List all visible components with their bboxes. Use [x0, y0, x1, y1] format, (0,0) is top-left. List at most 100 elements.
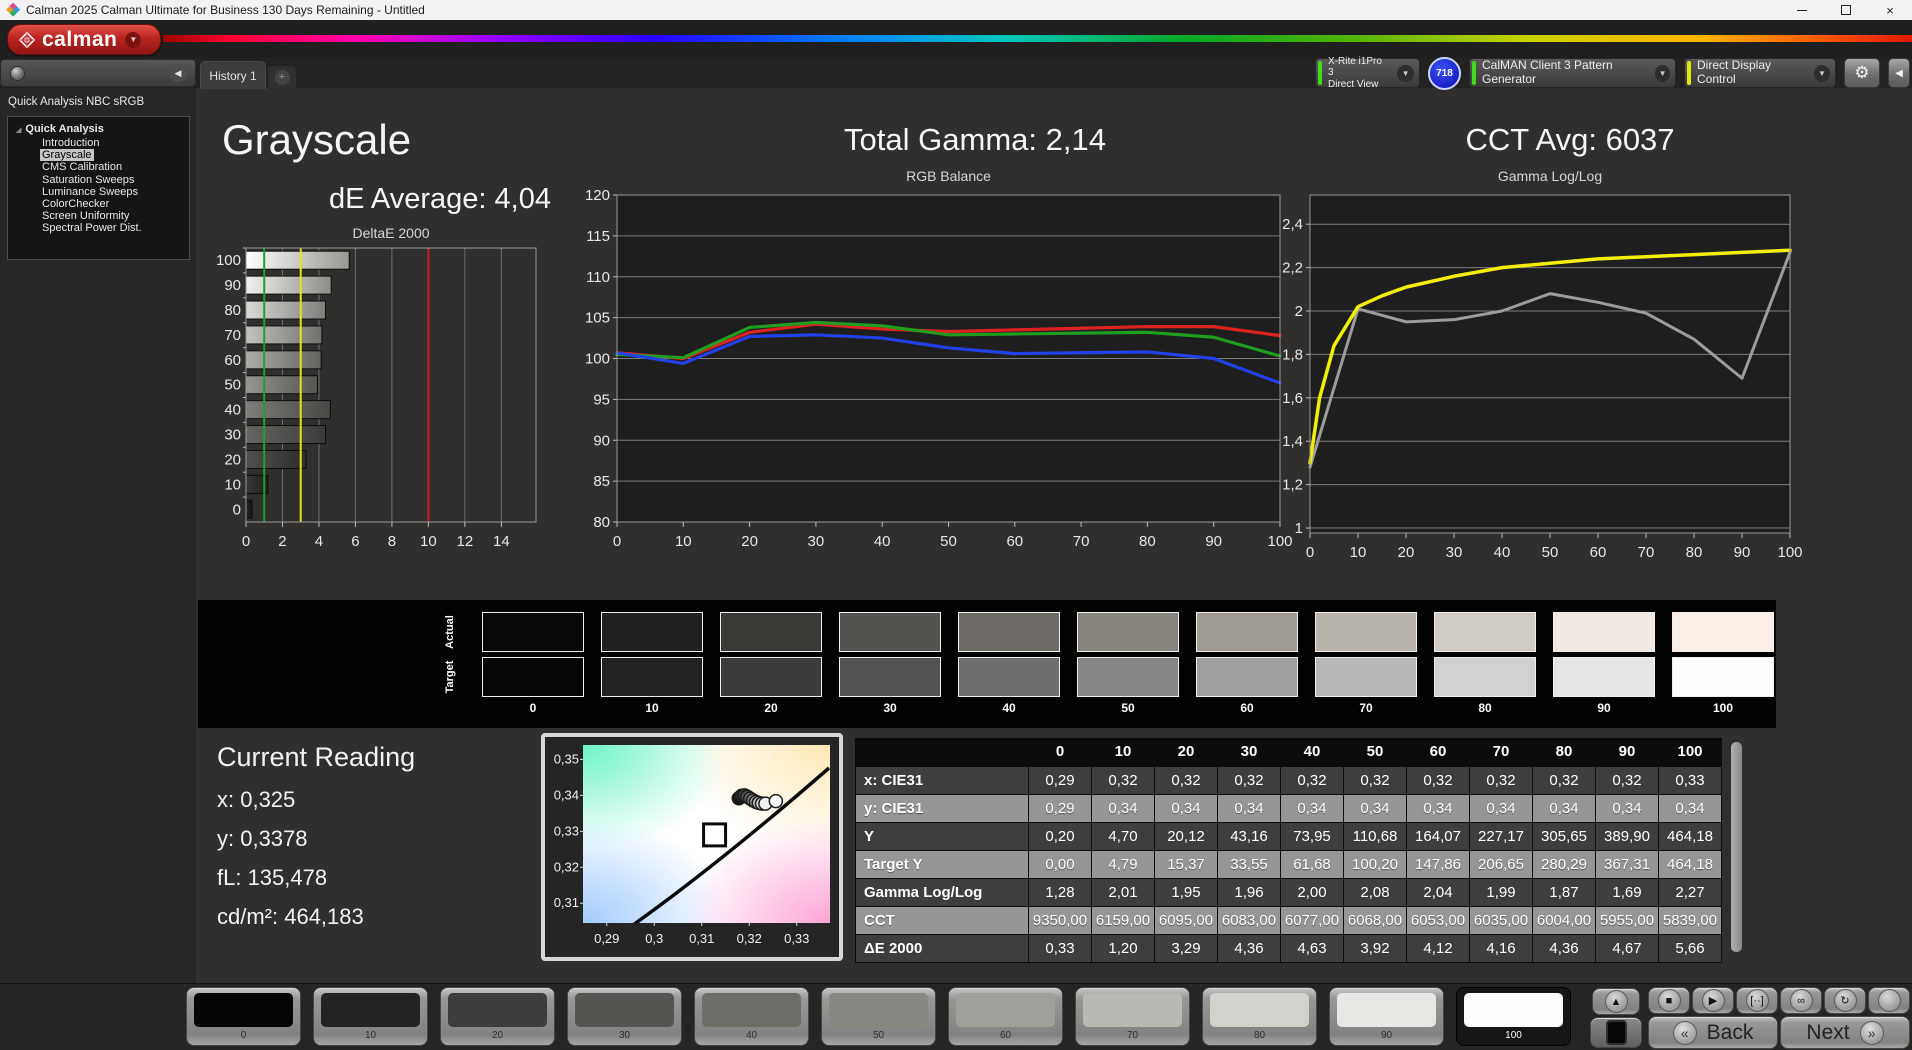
table-cell: 4,63 — [1281, 935, 1343, 962]
meter-status-accent — [1318, 61, 1322, 85]
chevron-down-icon: ▼ — [1655, 64, 1670, 82]
sidebar-item-grayscale[interactable]: Grayscale — [40, 149, 189, 162]
continuous-icon: ∞ — [1789, 989, 1813, 1012]
level-button-60[interactable]: 60 — [948, 987, 1063, 1046]
title-bar: Calman 2025 Calman Ultimate for Business… — [0, 0, 1912, 20]
svg-text:70: 70 — [1073, 533, 1090, 550]
table-cell: 3,92 — [1344, 935, 1406, 962]
table-scrollbar[interactable] — [1731, 742, 1742, 952]
table-cell: 110,68 — [1344, 823, 1406, 850]
svg-text:70: 70 — [224, 327, 241, 344]
level-swatch — [448, 993, 547, 1027]
svg-text:2: 2 — [278, 533, 286, 550]
tab-history-1[interactable]: History 1 — [200, 61, 266, 89]
table-cell: 0,34 — [1470, 795, 1532, 822]
collapse-left-icon: ◀ — [1895, 67, 1903, 79]
table-cell: 0,32 — [1470, 767, 1532, 794]
blank-button[interactable] — [1868, 987, 1910, 1014]
restore-icon[interactable] — [1824, 0, 1868, 20]
target-swatch-30 — [839, 657, 941, 697]
level-swatch — [321, 993, 420, 1027]
actual-swatch-50 — [1077, 612, 1179, 652]
sidebar-item-colorchecker[interactable]: ColorChecker — [40, 198, 189, 210]
workflow-title: Quick Analysis NBC sRGB — [8, 96, 145, 108]
svg-text:1,4: 1,4 — [1282, 433, 1303, 450]
meter-mode: Direct View — [1328, 78, 1379, 90]
table-cell: 0,32 — [1596, 767, 1658, 794]
table-cell: 1,28 — [1029, 879, 1091, 906]
panel-collapse-button[interactable]: ◀ — [1888, 58, 1910, 88]
table-cell: 0,32 — [1281, 767, 1343, 794]
minimize-icon[interactable] — [1780, 0, 1824, 20]
sidebar-item-screen-uniformity[interactable]: Screen Uniformity — [40, 210, 189, 222]
rgb-balance-chart: 80 85 90 95 100 105 110 115 120 0 10 20 30 40 50 60 70 80… — [585, 187, 1292, 550]
table-cell: 367,31 — [1596, 851, 1658, 878]
level-button-0[interactable]: 0 — [186, 987, 301, 1046]
table-cell: 0,33 — [1659, 767, 1721, 794]
svg-text:40: 40 — [1494, 544, 1511, 561]
level-button-70[interactable]: 70 — [1075, 987, 1190, 1046]
blank-icon — [1877, 989, 1901, 1012]
chevron-down-icon: ▼ — [1814, 64, 1830, 82]
logo-dropdown-icon[interactable]: ▼ — [125, 31, 142, 48]
continuous-button[interactable]: ∞ — [1780, 987, 1822, 1014]
svg-text:1: 1 — [1295, 520, 1303, 537]
pattern-generator-dropdown[interactable]: CalMAN Client 3 Pattern Generator ▼ — [1469, 58, 1676, 88]
tree-root-quick-analysis[interactable]: ◢ Quick Analysis — [16, 123, 189, 135]
sidebar-item-saturation-sweeps[interactable]: Saturation Sweeps — [40, 174, 189, 186]
table-cell: 1,99 — [1470, 879, 1532, 906]
next-button[interactable]: Next » — [1780, 1016, 1910, 1049]
meter-dropdown[interactable]: X-Rite i1Pro 3 Direct View ▼ — [1315, 56, 1420, 90]
sidebar-item-cms-calibration[interactable]: CMS Calibration — [40, 161, 189, 173]
calman-logo-button[interactable]: calman ▼ — [7, 24, 161, 55]
back-button[interactable]: « Back — [1648, 1016, 1778, 1049]
grayscale-swatch-strip: Actual Target 0 10 20 30 40 50 60 70 80 90 100 — [198, 600, 1776, 728]
level-button-30[interactable]: 30 — [567, 987, 682, 1046]
tree-item-label: Screen Uniformity — [42, 210, 130, 223]
table-cell: 0,20 — [1029, 823, 1091, 850]
strip-label-90: 90 — [1597, 701, 1611, 715]
refresh-button[interactable]: ↻ — [1824, 987, 1866, 1014]
window-pattern-toggle[interactable] — [1590, 1017, 1642, 1048]
strip-label-40: 40 — [1002, 701, 1016, 715]
table-cell: 73,95 — [1281, 823, 1343, 850]
display-control-dropdown[interactable]: Direct Display Control ▼ — [1684, 58, 1836, 88]
table-cell: 1,69 — [1596, 879, 1658, 906]
table-cell: 6077,00 — [1281, 907, 1343, 934]
close-icon[interactable]: × — [1868, 0, 1912, 20]
svg-text:105: 105 — [585, 310, 610, 327]
table-row-label: Y — [856, 823, 1028, 850]
table-cell: 6095,00 — [1155, 907, 1217, 934]
marker-button[interactable]: [··] — [1736, 987, 1778, 1014]
stop-button[interactable]: ■ — [1648, 987, 1690, 1014]
level-button-90[interactable]: 90 — [1329, 987, 1444, 1046]
level-button-80[interactable]: 80 — [1202, 987, 1317, 1046]
sidebar-item-luminance-sweeps[interactable]: Luminance Sweeps — [40, 186, 189, 198]
table-cell: 4,36 — [1533, 935, 1595, 962]
svg-text:80: 80 — [1139, 533, 1156, 550]
level-button-40[interactable]: 40 — [694, 987, 809, 1046]
play-button[interactable]: ▶ — [1692, 987, 1734, 1014]
level-button-50[interactable]: 50 — [821, 987, 936, 1046]
pager-up-button[interactable]: ▲ — [1592, 988, 1640, 1015]
pattern-generator-label: CalMAN Client 3 Pattern Generator — [1482, 58, 1613, 86]
svg-text:0,31: 0,31 — [689, 931, 714, 946]
settings-gear-button[interactable]: ⚙ — [1844, 58, 1880, 88]
level-button-100[interactable]: 100 — [1456, 987, 1571, 1046]
svg-text:30: 30 — [1446, 544, 1463, 561]
logo-wordmark: calman — [42, 27, 118, 51]
reading-fl: fL: 135,478 — [217, 865, 328, 890]
table-cell: 147,86 — [1407, 851, 1469, 878]
level-button-20[interactable]: 20 — [440, 987, 555, 1046]
meter-count-badge[interactable]: 718 — [1428, 56, 1461, 90]
table-column-header: 60 — [1407, 739, 1469, 764]
sidebar-item-introduction[interactable]: Introduction — [40, 137, 189, 149]
table-row-label: CCT — [856, 907, 1028, 934]
record-dot-icon[interactable] — [10, 66, 25, 81]
table-cell: 100,20 — [1344, 851, 1406, 878]
sidebar-collapse-icon[interactable]: ◀ — [169, 64, 187, 82]
strip-label-80: 80 — [1478, 701, 1492, 715]
add-tab-button[interactable]: + — [268, 66, 296, 88]
level-button-10[interactable]: 10 — [313, 987, 428, 1046]
sidebar-item-spectral-power-dist-[interactable]: Spectral Power Dist. — [40, 222, 189, 234]
